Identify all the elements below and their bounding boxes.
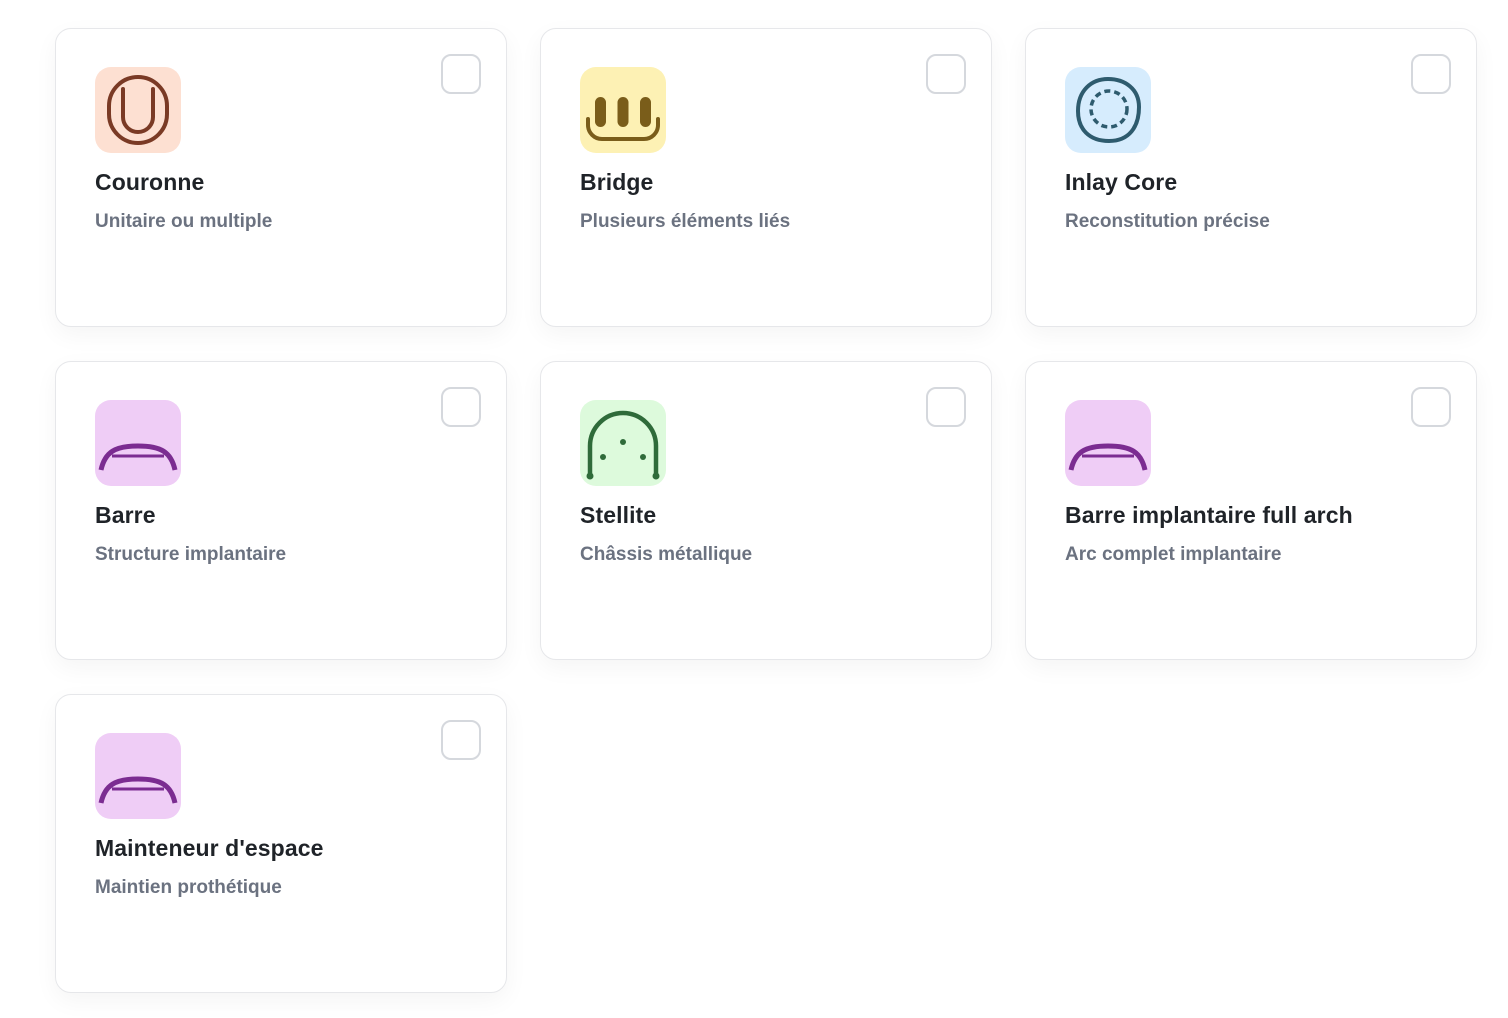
card-bridge[interactable]: Bridge Plusieurs éléments liés [540, 28, 992, 327]
bridge-icon [586, 97, 660, 141]
select-checkbox[interactable] [441, 720, 481, 760]
bar-icon-tile [95, 400, 181, 486]
select-checkbox[interactable] [441, 387, 481, 427]
space-maintainer-icon-tile [95, 733, 181, 819]
card-subtitle: Maintien prothétique [95, 877, 282, 898]
card-subtitle: Arc complet implantaire [1065, 544, 1282, 565]
space-maintainer-icon [98, 776, 178, 804]
card-subtitle: Unitaire ou multiple [95, 211, 273, 232]
stellite-icon [586, 410, 660, 480]
card-title: Stellite [580, 502, 657, 528]
card-title: Barre implantaire full arch [1065, 502, 1353, 528]
card-title: Couronne [95, 169, 205, 195]
card-title: Barre [95, 502, 156, 528]
crown-icon [107, 75, 169, 145]
card-stellite[interactable]: Stellite Châssis métallique [540, 361, 992, 660]
inlay-core-icon [1075, 76, 1142, 144]
select-checkbox[interactable] [441, 54, 481, 94]
card-couronne[interactable]: Couronne Unitaire ou multiple [55, 28, 507, 327]
card-subtitle: Plusieurs éléments liés [580, 211, 791, 232]
select-checkbox[interactable] [1411, 387, 1451, 427]
inlay-core-icon-tile [1065, 67, 1151, 153]
card-barre-implantaire-full-arch[interactable]: Barre implantaire full arch Arc complet … [1025, 361, 1477, 660]
select-checkbox[interactable] [926, 54, 966, 94]
bar-icon [98, 443, 178, 471]
stellite-icon-tile [580, 400, 666, 486]
crown-icon-tile [95, 67, 181, 153]
bridge-icon-tile [580, 67, 666, 153]
card-inlay-core[interactable]: Inlay Core Reconstitution précise [1025, 28, 1477, 327]
prosthesis-type-grid: Couronne Unitaire ou multiple Bridge Plu… [0, 0, 1508, 1018]
card-mainteneur-d-espace[interactable]: Mainteneur d'espace Maintien prothétique [55, 694, 507, 993]
card-title: Mainteneur d'espace [95, 835, 324, 861]
card-subtitle: Châssis métallique [580, 544, 753, 565]
select-checkbox[interactable] [926, 387, 966, 427]
full-arch-bar-icon [1068, 443, 1148, 471]
card-subtitle: Reconstitution précise [1065, 211, 1270, 232]
card-subtitle: Structure implantaire [95, 544, 287, 565]
card-barre[interactable]: Barre Structure implantaire [55, 361, 507, 660]
card-title: Inlay Core [1065, 169, 1178, 195]
card-title: Bridge [580, 169, 654, 195]
select-checkbox[interactable] [1411, 54, 1451, 94]
full-arch-bar-icon-tile [1065, 400, 1151, 486]
